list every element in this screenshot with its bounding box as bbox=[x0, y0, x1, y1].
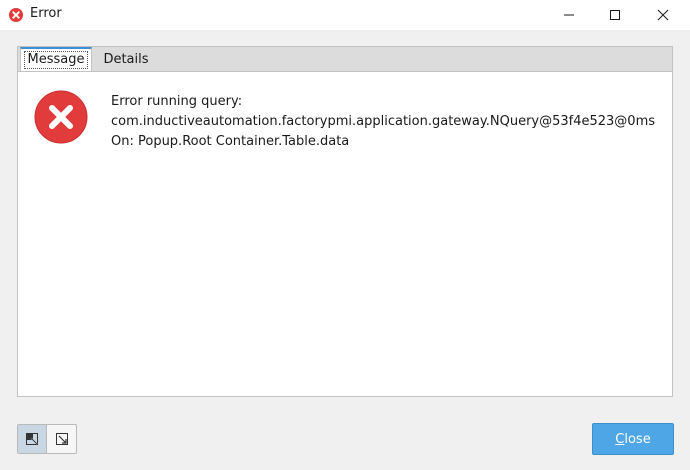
tab-bar: Message Details bbox=[17, 46, 673, 73]
title-bar: Error bbox=[0, 0, 690, 30]
minimize-icon bbox=[564, 14, 574, 16]
tab-details[interactable]: Details bbox=[96, 47, 156, 72]
tab-message[interactable]: Message bbox=[20, 47, 92, 73]
error-message: Error running query: com.inductiveautoma… bbox=[111, 92, 655, 152]
close-button-mnemonic: C bbox=[615, 431, 625, 447]
error-icon bbox=[34, 90, 88, 144]
dock-icon bbox=[26, 433, 38, 445]
maximize-icon bbox=[610, 10, 620, 20]
undock-button[interactable] bbox=[47, 425, 76, 453]
window-title: Error bbox=[30, 6, 62, 21]
message-panel: Error running query: com.inductiveautoma… bbox=[17, 71, 673, 397]
undock-icon bbox=[55, 433, 68, 445]
dock-button[interactable] bbox=[18, 425, 47, 453]
error-message-line-2: com.inductiveautomation.factorypmi.appli… bbox=[111, 114, 656, 129]
close-window-button[interactable] bbox=[640, 0, 686, 30]
error-message-line-1: Error running query: bbox=[111, 94, 243, 109]
close-icon bbox=[657, 9, 669, 21]
tab-details-label: Details bbox=[103, 52, 149, 67]
error-message-line-3: On: Popup.Root Container.Table.data bbox=[111, 134, 350, 149]
close-button[interactable]: Close bbox=[592, 423, 674, 455]
maximize-button[interactable] bbox=[592, 0, 638, 30]
error-small-icon bbox=[9, 8, 23, 22]
close-button-label: lose bbox=[624, 431, 651, 447]
tab-message-label: Message bbox=[23, 51, 89, 69]
minimize-button[interactable] bbox=[546, 0, 592, 30]
view-toggle-group bbox=[17, 424, 77, 454]
